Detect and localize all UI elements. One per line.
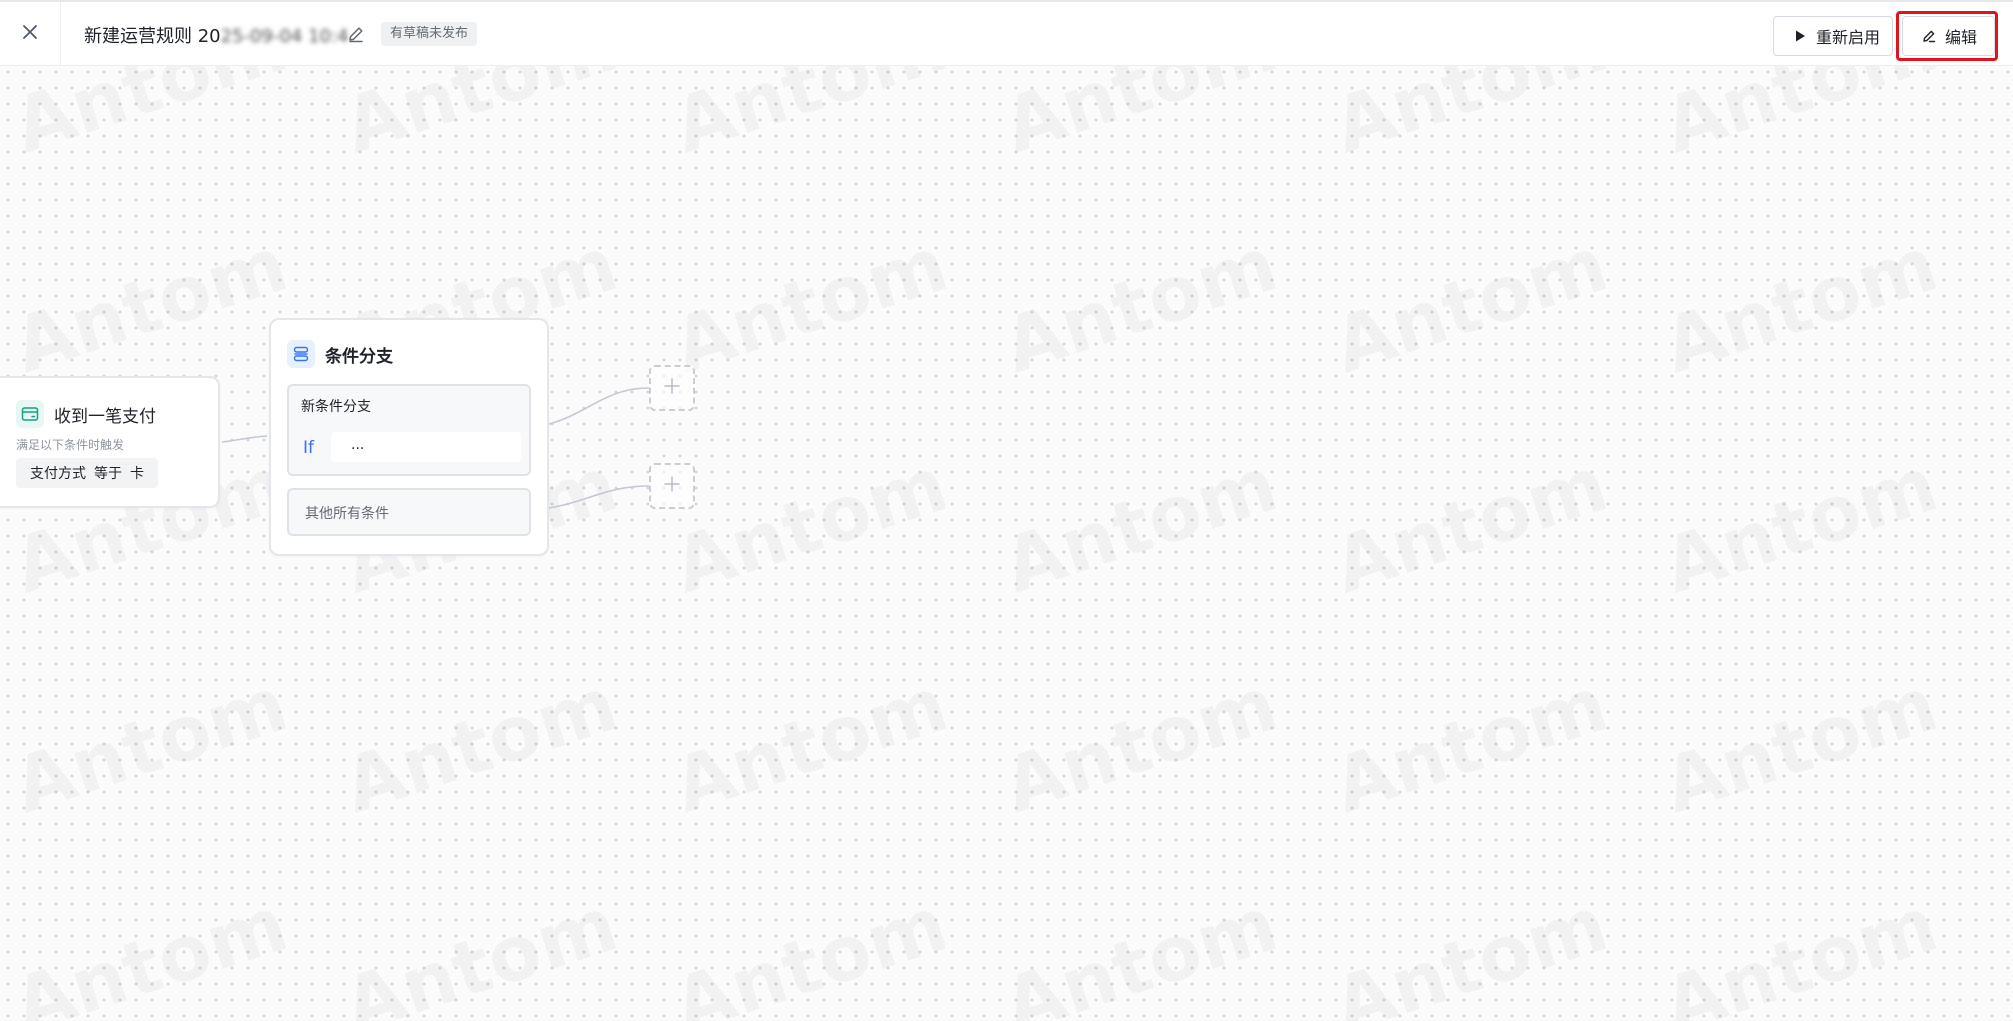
trigger-node[interactable]: 收到一笔支付 满足以下条件时触发 支付方式 等于 卡 — [0, 376, 220, 508]
restart-button-label: 重新启用 — [1816, 28, 1881, 47]
branch-icon — [287, 340, 315, 368]
watermark-text: Antom — [663, 439, 957, 610]
watermark-text: Antom — [3, 659, 297, 830]
close-icon — [21, 23, 39, 45]
add-node-button[interactable] — [649, 463, 695, 509]
connector-trigger-to-branch — [221, 435, 268, 443]
watermark-text: Antom — [1323, 439, 1617, 610]
if-condition-value[interactable]: ... — [331, 432, 521, 462]
trigger-node-header: 收到一笔支付 — [16, 400, 156, 428]
plus-icon — [663, 377, 681, 399]
watermark-text: Antom — [3, 879, 297, 1021]
watermark-text: Antom — [333, 659, 627, 830]
watermark-text: Antom — [993, 659, 1287, 830]
watermark-text: Antom — [993, 439, 1287, 610]
watermark-text: Antom — [1323, 219, 1617, 390]
trigger-node-subtitle: 满足以下条件时触发 — [16, 438, 125, 452]
else-branch-card[interactable]: 其他所有条件 — [287, 488, 531, 536]
pencil-icon[interactable] — [346, 24, 366, 44]
condition-branch-node[interactable]: 条件分支 新条件分支 If ... 其他所有条件 — [269, 318, 549, 556]
watermark-text: Antom — [1653, 659, 1947, 830]
watermark-text: Antom — [1653, 219, 1947, 390]
workflow-canvas[interactable]: AntomAntomAntomAntomAntomAntomAntomAntom… — [0, 0, 2013, 1021]
condition-operator: 等于 — [94, 466, 122, 482]
payment-card-icon — [16, 400, 44, 428]
condition-branch-card[interactable]: 新条件分支 If ... — [287, 384, 531, 476]
page-title-text: 新建运营规则 20 — [84, 26, 221, 47]
play-icon — [1792, 28, 1808, 44]
restart-button[interactable]: 重新启用 — [1773, 16, 1893, 56]
watermark-text: Antom — [993, 219, 1287, 390]
watermark-text: Antom — [3, 219, 297, 390]
watermark-text: Antom — [1653, 439, 1947, 610]
edit-button[interactable]: 编辑 — [1902, 16, 1995, 56]
top-header: 新建运营规则 2025-09-04 10:4 有草稿未发布 重新启用 编辑 — [0, 0, 2013, 66]
else-branch-label: 其他所有条件 — [305, 506, 389, 522]
watermark-text: Antom — [333, 879, 627, 1021]
watermark-text: Antom — [663, 879, 957, 1021]
if-label: If — [303, 438, 314, 458]
watermark-text: Antom — [993, 879, 1287, 1021]
page-title-obscured: 25-09-04 10:4 — [220, 26, 349, 47]
branch-node-header: 条件分支 — [287, 340, 393, 368]
close-button[interactable] — [0, 2, 61, 66]
branch-node-title: 条件分支 — [325, 346, 393, 367]
condition-value: 卡 — [130, 466, 144, 482]
watermark-text: Antom — [1323, 879, 1617, 1021]
draft-status-badge: 有草稿未发布 — [381, 22, 478, 46]
add-node-button[interactable] — [649, 365, 695, 411]
condition-field: 支付方式 — [30, 466, 86, 482]
trigger-node-title: 收到一笔支付 — [54, 406, 156, 427]
trigger-condition-tag: 支付方式 等于 卡 — [16, 458, 158, 488]
edit-button-label: 编辑 — [1945, 28, 1978, 47]
watermark-text: Antom — [663, 659, 957, 830]
branch-card-title: 新条件分支 — [301, 399, 371, 415]
page-title: 新建运营规则 2025-09-04 10:4 — [84, 22, 349, 48]
watermark-text: Antom — [1323, 659, 1617, 830]
watermark-text: Antom — [663, 219, 957, 390]
pencil-icon — [1921, 28, 1937, 44]
plus-icon — [663, 475, 681, 497]
watermark-text: Antom — [1653, 879, 1947, 1021]
